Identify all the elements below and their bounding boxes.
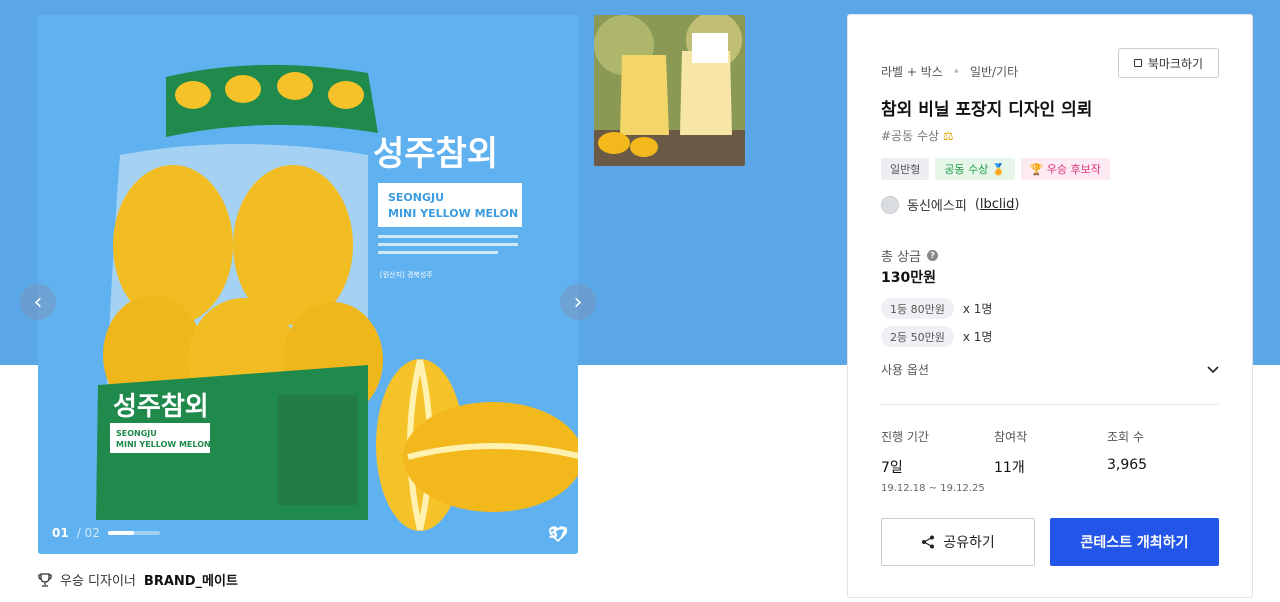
contest-badges: 일반형 공동 수상 🏅 🏆 우승 후보작: [881, 158, 1110, 180]
stat-duration-range: 19.12.18 ~ 19.12.25: [881, 483, 985, 494]
options-label: 사용 옵션: [881, 363, 929, 377]
bookmark-icon: [1133, 59, 1142, 67]
stat-views-label: 조회 수: [1107, 430, 1144, 444]
heart-icon: [548, 526, 567, 542]
badge-winner-candidate: 🏆 우승 후보작: [1020, 158, 1110, 180]
badge-joint-award: 공동 수상 🏅: [935, 158, 1015, 180]
contest-host[interactable]: 동신에스피 (lbclid): [881, 195, 1019, 214]
svg-text:성주참외: 성주참외: [373, 134, 498, 174]
share-button[interactable]: 공유하기: [881, 518, 1035, 566]
stat-views: 조회 수 3,965: [1107, 428, 1220, 494]
thumbnail-image-2[interactable]: [594, 15, 745, 166]
like-button[interactable]: 37: [548, 526, 568, 542]
winner-label: 우승 디자이너: [60, 574, 136, 589]
prize-tier-1: 1등 80만원: [881, 298, 954, 319]
badge-joint-award-label: 공동 수상: [944, 163, 989, 176]
pager-progress-bar: [107, 531, 160, 535]
thumbnail-illustration: [594, 15, 745, 166]
winner-name[interactable]: BRAND_메이트: [144, 570, 238, 589]
stat-views-value: 3,965: [1107, 457, 1148, 473]
prize-row-1: 1등 80만원 x 1명: [881, 298, 992, 319]
page-total: / 02: [76, 526, 100, 540]
badge-winner-candidate-label: 우승 후보작: [1046, 163, 1101, 176]
prize-count-2: x 1명: [962, 330, 993, 344]
trophy-icon: [38, 572, 52, 587]
chevron-down-icon: [1207, 365, 1219, 373]
pager-progress-fill: [107, 531, 134, 535]
award-icon: ⚖: [942, 129, 954, 143]
prize-count-1: x 1명: [962, 302, 993, 316]
chevron-left-icon: ‹: [33, 289, 43, 315]
help-icon[interactable]: ?: [927, 250, 939, 261]
options-toggle[interactable]: 사용 옵션: [881, 361, 1219, 378]
trophy-icon: 🏆: [1029, 162, 1044, 176]
stat-entries-value: 11개: [994, 460, 1025, 476]
tagline-text: #공동 수상: [881, 129, 940, 143]
svg-text:SEONGJU: SEONGJU: [388, 191, 444, 204]
host-contest-button[interactable]: 콘테스트 개최하기: [1050, 518, 1219, 566]
host-name: 동신에스피: [907, 199, 967, 214]
host-id[interactable]: lbclid: [980, 197, 1015, 212]
stat-entries-label: 참여작: [994, 430, 1028, 444]
stat-duration: 진행 기간 7일 19.12.18 ~ 19.12.25: [881, 428, 994, 494]
total-prize-value: 130만원: [881, 270, 936, 286]
svg-text:[원산지] 경북성주: [원산지] 경북성주: [380, 270, 433, 279]
svg-text:MINI YELLOW MELON: MINI YELLOW MELON: [388, 207, 518, 220]
svg-text:SEONGJU: SEONGJU: [116, 429, 157, 438]
badge-type: 일반형: [881, 158, 930, 180]
image-pager: 01 / 02: [52, 526, 160, 540]
bookmark-label: 북마크하기: [1147, 56, 1203, 71]
divider: [881, 404, 1219, 405]
stat-entries: 참여작 11개: [994, 428, 1107, 494]
medal-icon: 🏅: [991, 162, 1006, 176]
category-primary[interactable]: 라벨 + 박스: [881, 63, 943, 80]
share-icon: [922, 535, 935, 549]
prize-row-2: 2등 50만원 x 1명: [881, 326, 992, 347]
separator-dot: •: [952, 64, 960, 79]
winner-designer: 우승 디자이너 BRAND_메이트: [38, 570, 238, 589]
prize-tier-2: 2등 50만원: [881, 326, 954, 347]
page-current: 01: [52, 526, 69, 540]
contest-title: 참외 비닐 포장지 디자인 의뢰: [881, 100, 1093, 120]
main-artwork-image[interactable]: 성주참외 SEONGJU MINI YELLOW MELON 성주참외 SEON…: [38, 15, 578, 554]
contest-tagline: #공동 수상 ⚖: [881, 127, 954, 144]
chevron-right-icon: ›: [573, 289, 583, 315]
category-breadcrumb: 라벨 + 박스 • 일반/기타: [881, 63, 1018, 80]
stat-duration-label: 진행 기간: [881, 430, 929, 444]
next-image-button[interactable]: ›: [560, 284, 596, 320]
prev-image-button[interactable]: ‹: [20, 284, 56, 320]
contest-stats: 진행 기간 7일 19.12.18 ~ 19.12.25 참여작 11개 조회 …: [881, 428, 1220, 494]
contest-info-panel: 라벨 + 박스 • 일반/기타 북마크하기 참외 비닐 포장지 디자인 의뢰 #…: [847, 14, 1253, 598]
svg-text:MINI YELLOW MELON: MINI YELLOW MELON: [116, 440, 211, 449]
prize-label-text: 총 상금: [881, 250, 922, 265]
category-secondary[interactable]: 일반/기타: [970, 63, 1018, 80]
bookmark-button[interactable]: 북마크하기: [1117, 48, 1219, 78]
share-label: 공유하기: [943, 535, 995, 551]
melon-package-illustration: 성주참외 SEONGJU MINI YELLOW MELON 성주참외 SEON…: [38, 15, 578, 554]
stat-duration-value: 7일: [881, 460, 903, 476]
svg-text:성주참외: 성주참외: [113, 392, 209, 422]
total-prize-label: 총 상금 ?: [881, 246, 939, 265]
avatar: [881, 195, 899, 214]
